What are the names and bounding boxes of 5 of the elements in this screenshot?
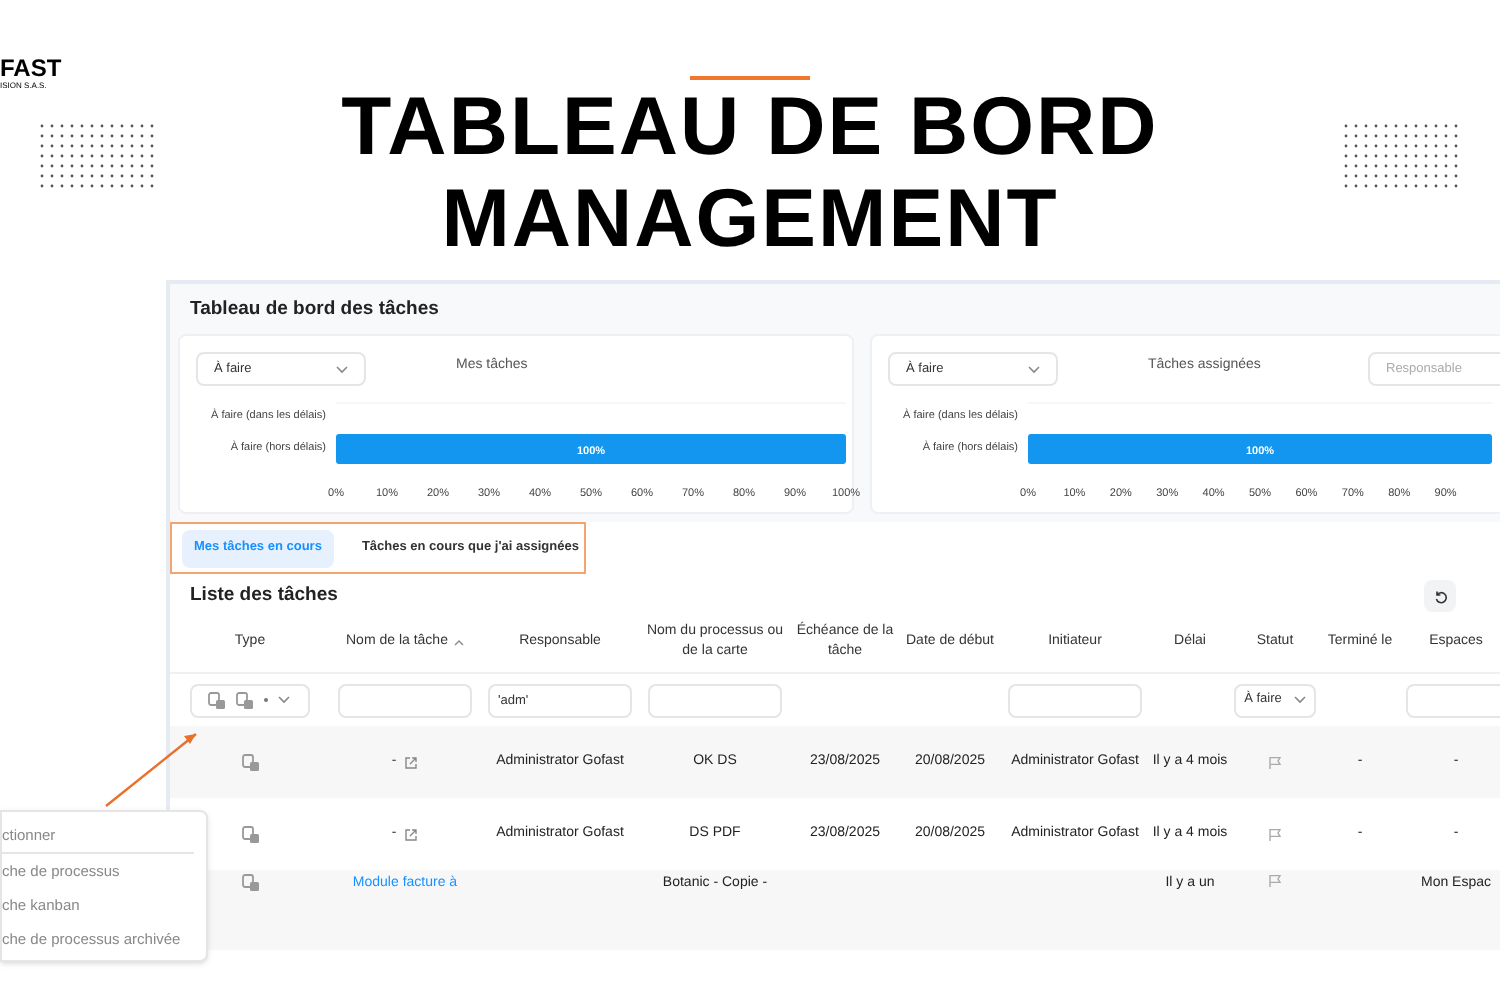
section-title: Liste des tâches <box>190 582 338 611</box>
headline: MANAGEMENT <box>441 172 1059 264</box>
headline: TABLEAU DE BORD <box>341 80 1159 172</box>
section-title: Tableau de bord des tâches <box>190 296 441 324</box>
brand-name: FAST <box>0 56 62 80</box>
